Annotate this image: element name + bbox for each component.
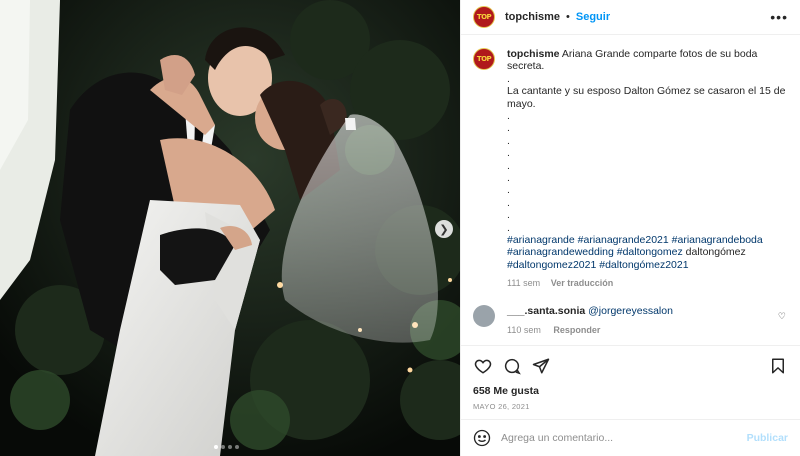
caption-body: topchisme Ariana Grande comparte fotos d… xyxy=(507,48,788,290)
header-separator: • xyxy=(566,11,570,23)
add-comment-bar: Publicar xyxy=(461,419,800,456)
caption-dot: . xyxy=(507,122,510,135)
caption-dot: . xyxy=(507,134,510,147)
comment-body: ___.santa.sonia @jorgereyessalon 110 sem… xyxy=(507,305,673,337)
comment-icon xyxy=(504,358,521,374)
comment-like-heart-icon[interactable]: ♡ xyxy=(778,311,786,322)
avatar[interactable]: TOP xyxy=(473,6,495,28)
heart-icon xyxy=(474,359,492,374)
share-icon xyxy=(532,358,550,373)
carousel-dot xyxy=(221,445,225,449)
caption-dot: . xyxy=(507,159,510,172)
caption-plain-tag: daltongómez xyxy=(685,246,746,259)
caption-dot: . xyxy=(507,209,510,222)
caption-avatar[interactable]: TOP xyxy=(473,48,495,70)
comment-button[interactable] xyxy=(500,354,524,378)
wedding-photo xyxy=(0,0,460,456)
like-button[interactable] xyxy=(471,354,495,378)
comment-meta: 110 sem Responder xyxy=(507,324,673,337)
comment-age: 110 sem xyxy=(507,324,541,335)
caption-dot: . xyxy=(507,196,510,209)
caption-dot: . xyxy=(507,184,510,197)
comments-section[interactable]: TOP topchisme Ariana Grande comparte fot… xyxy=(461,35,800,345)
share-button[interactable] xyxy=(529,354,553,378)
caption-meta: 111 sem Ver traducción xyxy=(507,277,788,289)
post-photo[interactable]: ❯ xyxy=(0,0,460,456)
bookmark-icon xyxy=(772,358,784,373)
post-side-panel: TOP topchisme • Seguir ••• TOP topchisme… xyxy=(460,0,800,456)
caption-hashtags-2[interactable]: #daltongomez2021 #daltongómez2021 xyxy=(507,259,689,271)
caption-dot: . xyxy=(507,147,510,160)
next-slide-button[interactable]: ❯ xyxy=(435,220,453,238)
caption-dot: . xyxy=(507,110,510,123)
caption-dot: . xyxy=(507,72,510,85)
emoji-icon[interactable] xyxy=(473,429,491,447)
post-header: TOP topchisme • Seguir ••• xyxy=(461,0,800,35)
reply-button[interactable]: Responder xyxy=(553,325,600,335)
chevron-right-icon: ❯ xyxy=(439,223,449,236)
more-icon[interactable]: ••• xyxy=(770,9,788,25)
post-date: MAYO 26, 2021 xyxy=(473,402,530,411)
publish-button[interactable]: Publicar xyxy=(747,432,788,444)
caption-age: 111 sem xyxy=(507,278,541,289)
save-button[interactable] xyxy=(766,354,790,378)
caption-text: La cantante y su esposo Dalton Gómez se … xyxy=(507,85,786,110)
header-username[interactable]: topchisme xyxy=(505,11,560,23)
comment-item: ___.santa.sonia @jorgereyessalon 110 sem… xyxy=(473,304,788,337)
caption-dot: . xyxy=(507,171,510,184)
comment-mention[interactable]: @jorgereyessalon xyxy=(588,305,673,317)
follow-button[interactable]: Seguir xyxy=(576,11,610,23)
carousel-dot xyxy=(235,445,239,449)
avatar-logo-text: TOP xyxy=(476,13,492,21)
caption-username[interactable]: topchisme xyxy=(507,48,560,60)
carousel-dot xyxy=(228,445,232,449)
likes-count[interactable]: 658 Me gusta xyxy=(461,385,800,399)
comment-input[interactable] xyxy=(501,432,747,444)
caption-dot: . xyxy=(507,221,510,234)
carousel-dots xyxy=(214,445,239,449)
translate-button[interactable]: Ver traducción xyxy=(551,278,614,288)
post-caption: TOP topchisme Ariana Grande comparte fot… xyxy=(473,48,788,290)
comment-avatar[interactable] xyxy=(473,304,495,327)
comment-username[interactable]: ___.santa.sonia xyxy=(507,305,585,317)
avatar-logo-text: TOP xyxy=(476,55,492,63)
carousel-dot xyxy=(214,445,218,449)
action-bar xyxy=(461,345,800,385)
instagram-post: ❯ TOP topchisme • Seguir ••• TOP topchis… xyxy=(0,0,800,456)
